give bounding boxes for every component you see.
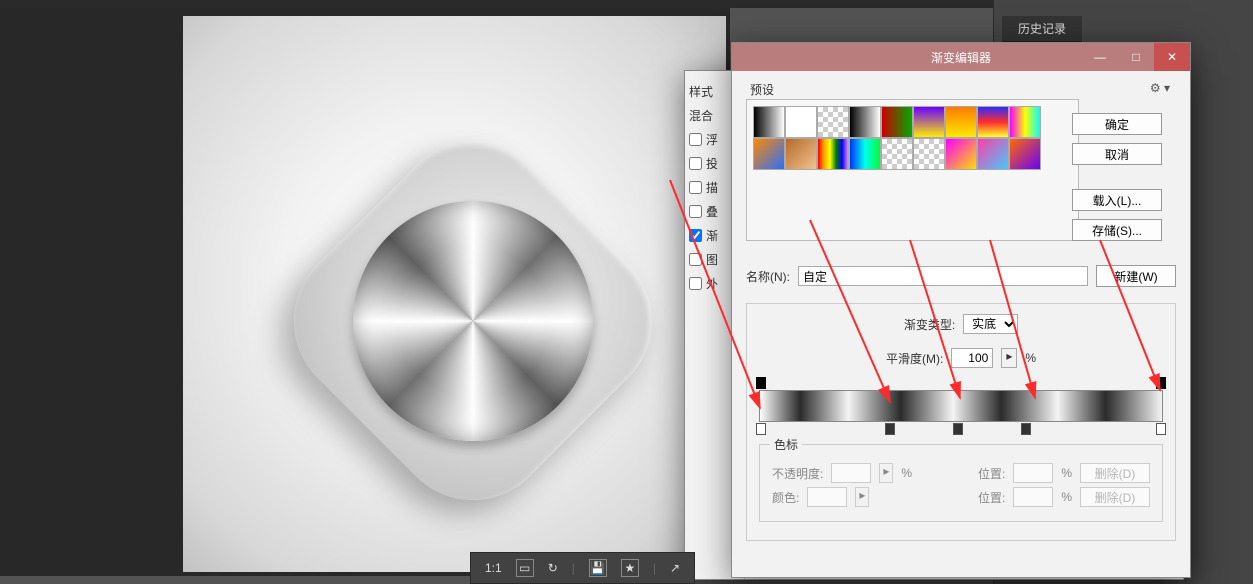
preset-swatch[interactable] — [945, 138, 977, 170]
color-swatch-input — [807, 487, 847, 507]
preset-swatch[interactable] — [881, 106, 913, 138]
dialog-titlebar[interactable]: 渐变编辑器 — □ ✕ — [732, 43, 1190, 71]
position-label: 位置: — [978, 465, 1005, 482]
preset-swatch[interactable] — [849, 138, 881, 170]
preset-swatch[interactable] — [817, 106, 849, 138]
dialog-title: 渐变编辑器 — [931, 49, 991, 66]
gear-icon[interactable]: ⚙ ▾ — [1150, 81, 1170, 95]
star-icon[interactable]: ★ — [621, 559, 639, 577]
presets-label: 预设 — [750, 81, 774, 98]
preset-swatch[interactable] — [817, 138, 849, 170]
delete-button: 删除(D) — [1080, 487, 1150, 507]
preset-swatch[interactable] — [913, 106, 945, 138]
canvas-area — [0, 8, 730, 576]
zoom-label[interactable]: 1:1 — [485, 561, 502, 575]
rotate-icon[interactable]: ↻ — [548, 561, 558, 575]
annotation-arrows — [640, 180, 1180, 450]
preset-swatch[interactable] — [785, 138, 817, 170]
play-icon: ▸ — [855, 487, 869, 507]
delete-button: 删除(D) — [1080, 463, 1150, 483]
share-icon[interactable]: ↗ — [670, 561, 680, 575]
stops-group: 色标 不透明度: ▸ % 位置: % 删除(D) 颜色: ▸ — [759, 444, 1163, 522]
preset-swatch[interactable] — [753, 138, 785, 170]
history-tab[interactable]: 历史记录 — [1002, 16, 1082, 42]
preset-swatch[interactable] — [881, 138, 913, 170]
preset-swatch[interactable] — [849, 106, 881, 138]
preset-swatch[interactable] — [977, 138, 1009, 170]
close-button[interactable]: ✕ — [1154, 43, 1190, 71]
fit-screen-icon[interactable]: ▭ — [516, 559, 534, 577]
preset-swatch[interactable] — [1009, 138, 1041, 170]
save-icon[interactable]: 💾 — [589, 559, 607, 577]
minimize-button[interactable]: — — [1082, 43, 1118, 71]
opacity-label: 不透明度: — [772, 465, 823, 482]
document-toolbar: 1:1 ▭ ↻ | 💾 ★ | ↗ — [470, 552, 695, 584]
preset-swatch[interactable] — [945, 106, 977, 138]
preset-swatch[interactable] — [913, 138, 945, 170]
preset-swatch[interactable] — [977, 106, 1009, 138]
ok-button[interactable]: 确定 — [1072, 113, 1162, 135]
metal-dial — [353, 201, 593, 441]
position-input — [1013, 487, 1053, 507]
preset-swatch[interactable] — [1009, 106, 1041, 138]
position-input — [1013, 463, 1053, 483]
maximize-button[interactable]: □ — [1118, 43, 1154, 71]
preset-swatch[interactable] — [785, 106, 817, 138]
cancel-button[interactable]: 取消 — [1072, 143, 1162, 165]
position-label: 位置: — [978, 489, 1005, 506]
dropdown-icon: ▸ — [879, 463, 893, 483]
opacity-input — [831, 463, 871, 483]
color-label: 颜色: — [772, 489, 799, 506]
preset-swatch[interactable] — [753, 106, 785, 138]
